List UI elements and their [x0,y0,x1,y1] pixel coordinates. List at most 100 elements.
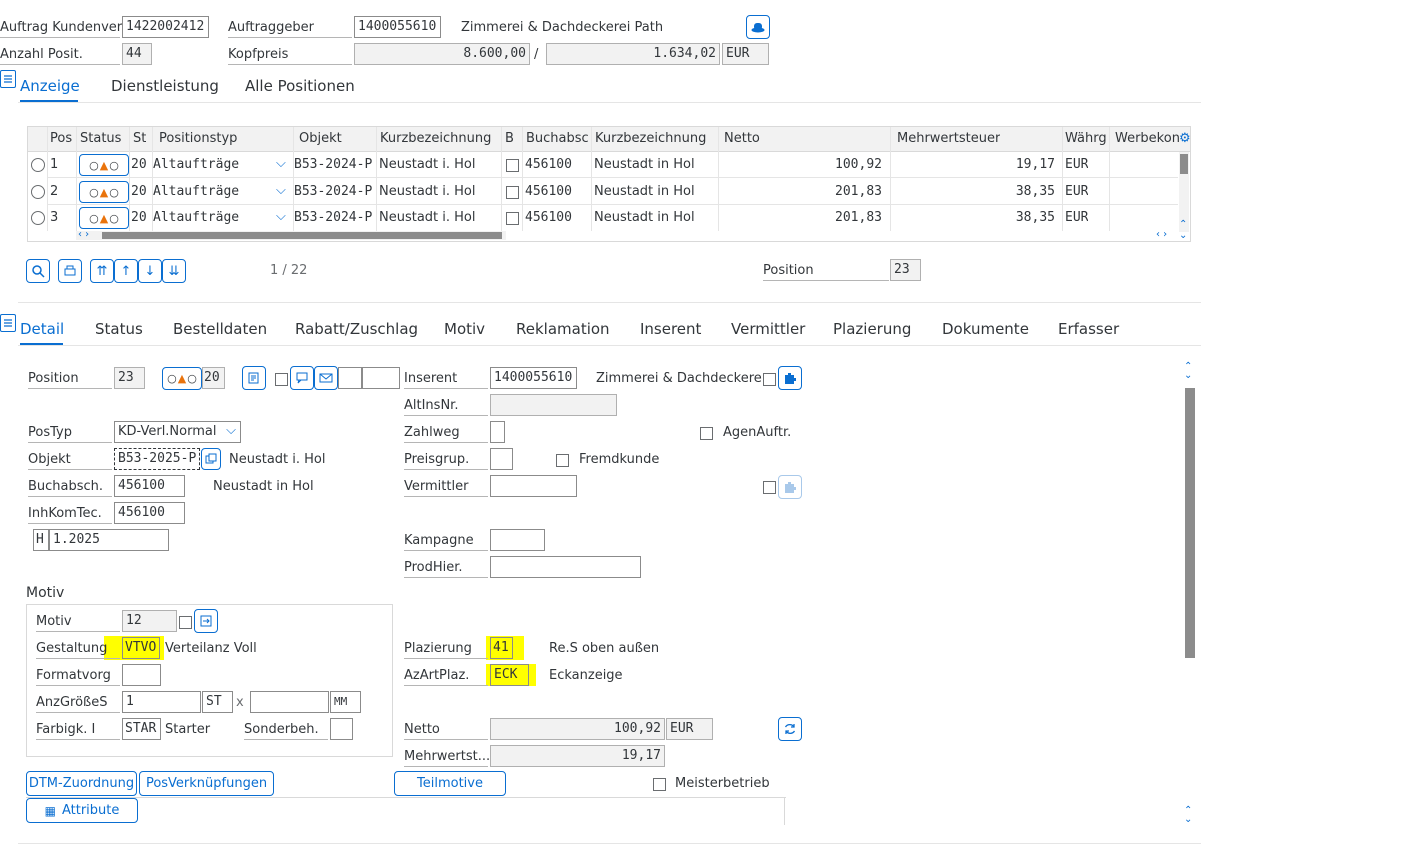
row-select-radio[interactable] [31,158,45,172]
collapse-icon[interactable] [0,70,16,88]
preisgrup-field[interactable] [490,448,513,470]
refresh-icon[interactable] [778,717,802,741]
col-b[interactable]: B [505,131,514,146]
vermittler-field[interactable] [490,475,577,497]
h-field[interactable]: H [33,529,49,551]
agenauftr-checkbox[interactable] [700,427,713,440]
col-objekt[interactable]: Objekt [299,131,342,146]
status-icon[interactable]: ○ ▲ ○ [79,207,129,229]
tab-erfasser[interactable]: Erfasser [1058,320,1119,338]
formatvorg-field[interactable] [122,664,161,686]
print-icon[interactable] [58,259,82,283]
chevron-down-icon[interactable]: ⌵ [276,183,286,198]
row-b-checkbox[interactable] [506,159,519,172]
tab-detail[interactable]: Detail [20,320,64,338]
inhkom-field[interactable]: 456100 [114,502,185,524]
col-kurzbezeichnung-2[interactable]: Kurzbezeichnung [595,131,706,146]
blank-field-2[interactable] [362,367,400,389]
attribute-button[interactable]: ▦ Attribute [26,798,138,823]
inserent-checkbox[interactable] [763,373,776,386]
grid-hscroll-right-arrows-icon[interactable]: ‹ › [1156,229,1167,240]
tab-inserent[interactable]: Inserent [640,320,701,338]
motiv-navigate-icon[interactable] [194,609,218,633]
col-buchabsc[interactable]: Buchabsc [526,131,589,146]
row-b-checkbox[interactable] [506,186,519,199]
tab-reklamation[interactable]: Reklamation [516,320,610,338]
status-icon[interactable]: ○ ▲ ○ [162,367,202,390]
position-field[interactable]: 23 [890,259,921,281]
azart-field[interactable]: ECK [490,664,529,686]
detail-checkbox[interactable] [275,373,288,386]
col-mehrwertsteuer[interactable]: Mehrwertsteuer [897,131,1000,146]
tab-bestelldaten[interactable]: Bestelldaten [173,320,267,338]
mail-icon[interactable] [314,366,338,390]
prodhier-field[interactable] [490,556,641,578]
vermittler-checkbox[interactable] [763,481,776,494]
tab-vermittler[interactable]: Vermittler [731,320,805,338]
col-waehrg[interactable]: Währg [1065,131,1107,146]
chevron-down-icon[interactable]: ⌵ [276,156,286,171]
status-icon[interactable]: ○ ▲ ○ [79,181,129,203]
collapse-detail-icon[interactable] [0,314,16,332]
objekt-field[interactable]: B53-2025-P [114,448,200,470]
hat-icon[interactable] [746,15,770,39]
first-page-icon[interactable]: ⇈ [90,259,114,283]
date-field[interactable]: 1.2025 [49,529,169,551]
auftrag-field[interactable]: 1422002412 [122,16,209,38]
value-help-icon[interactable] [201,448,221,470]
chevron-down-icon[interactable]: ⌵ [276,209,286,224]
puzzle-icon[interactable] [778,366,802,390]
col-kurzbezeichnung[interactable]: Kurzbezeichnung [380,131,491,146]
zoom-icon[interactable] [26,259,50,283]
posverknuepfungen-button[interactable]: PosVerknüpfungen [139,771,274,796]
anzgroesse-field[interactable]: 1 [122,691,201,713]
col-st[interactable]: St [133,131,146,146]
row-select-radio[interactable] [31,185,45,199]
col-werbekon[interactable]: Werbekon [1115,131,1179,146]
kampagne-field[interactable] [490,529,545,551]
tab-rabatt-zuschlag[interactable]: Rabatt/Zuschlag [295,320,418,338]
mm-unit-field[interactable]: MM [330,691,361,713]
tab-plazierung[interactable]: Plazierung [833,320,911,338]
note-icon[interactable] [290,366,314,390]
edit-document-icon[interactable] [242,366,266,390]
grid-settings-icon[interactable]: ⚙ [1179,131,1191,146]
grid-vscroll-arrows-icon[interactable]: ⌃ ⌄ [1179,219,1187,241]
col-status[interactable]: Status [80,131,121,146]
col-positionstyp[interactable]: Positionstyp [159,131,237,146]
grid-hscroll-arrows-icon[interactable]: ‹ › [78,229,89,240]
farbigk-field[interactable]: STAR [122,718,161,740]
st-unit-field[interactable]: ST [202,691,233,713]
meisterbetrieb-checkbox[interactable] [653,778,666,791]
zahlweg-field[interactable] [490,421,505,443]
tab-dienstleistung[interactable]: Dienstleistung [111,77,219,95]
tab-status[interactable]: Status [95,320,143,338]
last-page-icon[interactable]: ⇊ [162,259,186,283]
previous-page-icon[interactable]: ↑ [114,259,138,283]
teilmotive-button[interactable]: Teilmotive [394,771,506,796]
tab-alle-positionen[interactable]: Alle Positionen [245,77,355,95]
blank-field-1[interactable] [338,367,362,389]
tab-anzeige[interactable]: Anzeige [20,77,80,95]
detail-vscroll[interactable]: ⌃ ⌄ ⌃ ⌄ [1184,362,1196,827]
plazierung-field[interactable]: 41 [490,637,513,659]
row-b-checkbox[interactable] [506,212,519,225]
fremdkunde-checkbox[interactable] [556,454,569,467]
tab-dokumente[interactable]: Dokumente [942,320,1029,338]
col-pos[interactable]: Pos [50,131,72,146]
grid-hscroll[interactable] [76,231,506,240]
postyp-select[interactable]: KD-Verl.Normal ⌵ [114,421,241,443]
buchabsch-field[interactable]: 456100 [114,475,185,497]
next-page-icon[interactable]: ↓ [138,259,162,283]
gestaltung-field[interactable]: VTVO [122,637,160,659]
dtm-zuordnung-button[interactable]: DTM-Zuordnung [26,771,137,796]
tab-motiv[interactable]: Motiv [444,320,485,338]
row-select-radio[interactable] [31,211,45,225]
col-netto[interactable]: Netto [724,131,760,146]
inserent-field[interactable]: 1400055610 [490,367,577,389]
motiv-checkbox[interactable] [179,616,192,629]
anzgroesse-height-field[interactable] [250,691,329,713]
sonderbeh-field[interactable] [330,718,353,740]
status-icon[interactable]: ○ ▲ ○ [79,154,129,176]
auftraggeber-field[interactable]: 1400055610 [354,16,441,38]
